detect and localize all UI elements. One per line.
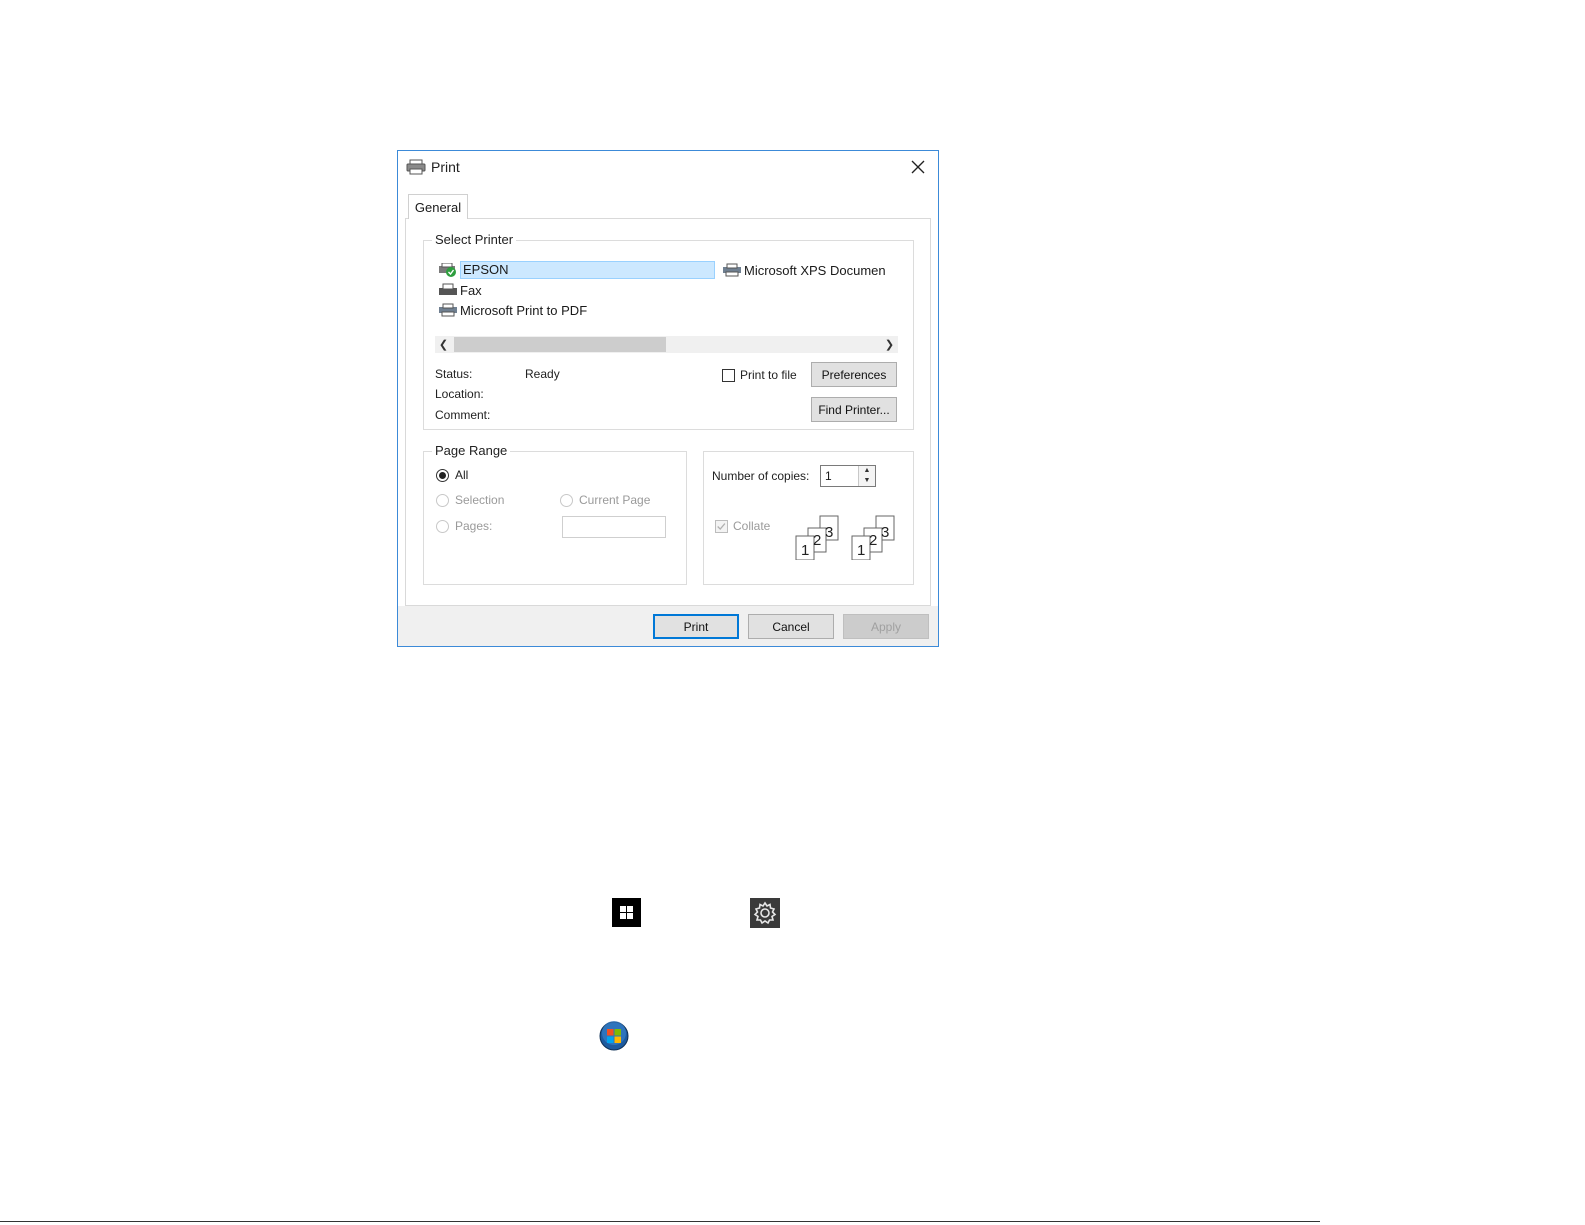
page-range-current-radio[interactable] [560, 494, 573, 507]
printer-item-fax[interactable]: Fax [438, 281, 482, 299]
copies-group: Number of copies: 1 ▲ ▼ Collate 1 2 3 1 … [703, 451, 914, 585]
page-range-group: Page Range All Selection Current Page Pa… [423, 443, 687, 585]
copies-stepper[interactable]: 1 ▲ ▼ [820, 465, 876, 487]
printer-list-scrollbar[interactable]: ❮ ❯ [435, 336, 898, 353]
print-button[interactable]: Print [653, 614, 739, 639]
scrollbar-thumb[interactable] [454, 337, 666, 352]
apply-button[interactable]: Apply [843, 614, 929, 639]
collate-label[interactable]: Collate [733, 519, 770, 533]
scroll-right-icon[interactable]: ❯ [881, 336, 898, 353]
number-of-copies-label: Number of copies: [712, 469, 810, 483]
pages-input[interactable] [562, 516, 666, 538]
status-value: Ready [525, 367, 560, 381]
select-printer-group: Select Printer EPSON Microsoft XPS Docum… [423, 232, 914, 430]
close-icon [911, 160, 925, 174]
general-tab-pane: Select Printer EPSON Microsoft XPS Docum… [405, 218, 931, 606]
printer-name-epson: EPSON [460, 261, 715, 279]
printer-icon [439, 303, 457, 317]
page-range-selection-label[interactable]: Selection [455, 493, 504, 507]
print-to-file-checkbox[interactable] [722, 369, 735, 382]
printer-item-epson[interactable]: EPSON [438, 261, 715, 279]
windows-start-icon [612, 898, 641, 927]
printer-name-pdf: Microsoft Print to PDF [460, 302, 588, 318]
page-range-pages-radio[interactable] [436, 520, 449, 533]
collate-digit-1: 1 [857, 542, 866, 559]
cancel-button[interactable]: Cancel [748, 614, 834, 639]
location-label: Location: [435, 387, 484, 401]
collate-digit-3: 3 [881, 524, 890, 541]
printer-name-fax: Fax [460, 282, 482, 298]
dialog-title: Print [431, 159, 460, 175]
collate-digit-3: 3 [825, 524, 834, 541]
printer-item-pdf[interactable]: Microsoft Print to PDF [438, 301, 587, 319]
copies-value: 1 [825, 469, 832, 483]
page-range-selection-radio[interactable] [436, 494, 449, 507]
find-printer-button[interactable]: Find Printer... [811, 397, 897, 422]
dialog-footer: Print Cancel Apply [398, 606, 938, 646]
page-range-pages-label[interactable]: Pages: [455, 519, 492, 533]
gear-icon [750, 898, 780, 928]
collate-checkbox[interactable] [715, 520, 728, 533]
print-dialog: Print General Select Printer EPSON Micro… [397, 150, 939, 647]
select-printer-label: Select Printer [432, 232, 517, 247]
collate-illustration: 1 2 3 [848, 514, 904, 561]
collate-digit-2: 2 [813, 532, 822, 549]
scroll-left-icon[interactable]: ❮ [435, 336, 452, 353]
collate-digit-2: 2 [869, 532, 878, 549]
printer-icon [723, 263, 741, 277]
collate-illustration: 1 2 3 [792, 514, 848, 561]
status-label: Status: [435, 367, 473, 381]
printer-name-xps: Microsoft XPS Documen [744, 262, 886, 278]
tab-general[interactable]: General [408, 194, 468, 219]
printer-item-xps[interactable]: Microsoft XPS Documen [722, 261, 886, 279]
printer-default-icon [439, 263, 456, 277]
title-bar: Print [398, 151, 938, 183]
page-range-current-label[interactable]: Current Page [579, 493, 650, 507]
windows-orb-icon [599, 1021, 629, 1051]
page-range-all-radio[interactable] [436, 469, 449, 482]
bottom-divider [0, 1221, 1320, 1222]
stepper-arrows-icon[interactable]: ▲ ▼ [858, 466, 875, 486]
comment-label: Comment: [435, 408, 491, 422]
page-range-label: Page Range [432, 443, 511, 458]
close-button[interactable] [898, 151, 938, 183]
fax-icon [439, 283, 457, 295]
collate-digit-1: 1 [801, 542, 810, 559]
checkmark-icon [717, 523, 726, 530]
preferences-button[interactable]: Preferences [811, 362, 897, 387]
printer-icon [406, 159, 426, 175]
page-range-all-label[interactable]: All [455, 468, 468, 482]
print-to-file-label[interactable]: Print to file [740, 368, 797, 382]
